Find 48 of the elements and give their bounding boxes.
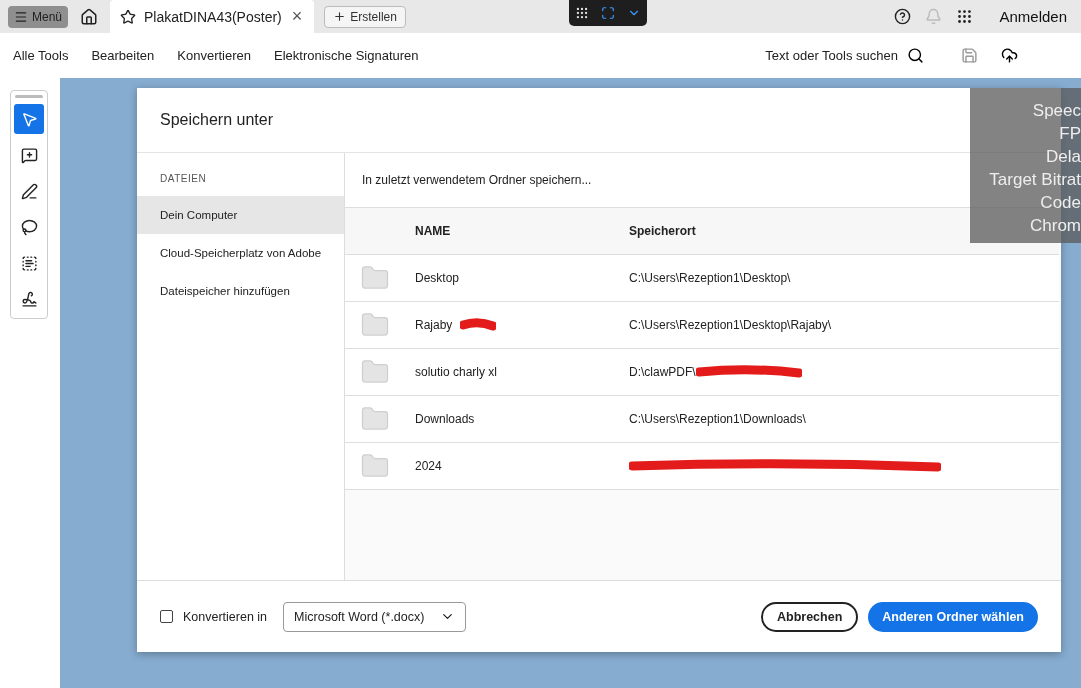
sign-in-link[interactable]: Anmelden (999, 8, 1067, 25)
toolbar-item[interactable]: Elektronische Signaturen (274, 48, 419, 63)
column-header: Speicherort (629, 224, 696, 238)
save-icon[interactable] (961, 47, 978, 64)
sidebar-item[interactable]: Dein Computer (137, 196, 344, 234)
table-cell: Rajaby (415, 318, 453, 332)
table-cell: C:\Users\Rezeption1\Downloads\ (629, 412, 806, 426)
dialog-title: Speichern unter (160, 111, 273, 129)
cancel-button[interactable]: Abbrechen (761, 601, 859, 632)
document-tab[interactable]: PlakatDINA43(Poster) × (110, 0, 315, 33)
toolbar-item[interactable]: Bearbeiten (91, 48, 155, 63)
plus-icon (333, 10, 347, 23)
tab-title: PlakatDINA43(Poster) (144, 8, 282, 25)
fullscreen-icon (601, 6, 615, 20)
remote-control-bar[interactable] (569, 0, 647, 26)
folder-row[interactable]: Rajaby C:\Users\Rezeption1\Desktop\Rajaby\ (345, 302, 1059, 349)
table-cell: D:\clawPDF\ (629, 365, 696, 379)
table-cell: Downloads (415, 412, 475, 426)
menu-button[interactable]: Menü (8, 5, 69, 28)
table-cell: 2024 (415, 459, 442, 473)
table-cell: solutio charly xl (415, 365, 498, 379)
toolbar-item[interactable]: Konvertieren (177, 48, 251, 63)
column-header: NAME (415, 224, 452, 238)
search-label[interactable]: Text oder Tools suchen (765, 48, 898, 63)
create-button[interactable]: Erstellen (324, 5, 406, 28)
stats-line: Speec (1032, 100, 1081, 122)
menu-icon (14, 9, 28, 24)
section-heading: DATEIEN (159, 173, 208, 186)
table-cell: Desktop (415, 271, 460, 285)
folder-row[interactable]: Downloads C:\Users\Rezeption1\Downloads\ (345, 396, 1059, 443)
table-cell: C:\Users\Rezeption1\Desktop\Rajaby\ (629, 318, 832, 332)
table-cell: C:\Users\Rezeption1\Desktop\ (629, 271, 791, 285)
choose-folder-button[interactable]: Anderen Ordner wählen (868, 601, 1038, 632)
star-icon[interactable] (120, 8, 137, 25)
toolbar-item[interactable]: Alle Tools (13, 48, 69, 63)
folder-row[interactable]: solutio charly xl D:\clawPDF\ (345, 349, 1059, 396)
format-dropdown[interactable]: Microsoft Word (*.docx) (283, 601, 467, 632)
checkbox-label: Konvertieren in (183, 609, 268, 624)
search-icon[interactable] (907, 47, 924, 64)
stats-line: Chrom (1030, 215, 1081, 237)
folder-row[interactable]: 2024 (345, 443, 1059, 490)
checkbox[interactable] (160, 610, 173, 623)
cloud-upload-icon[interactable] (1001, 47, 1018, 64)
pointer-icon[interactable] (14, 104, 44, 134)
close-button[interactable]: × (289, 6, 305, 27)
folder-row[interactable]: Desktop C:\Users\Rezeption1\Desktop\ (345, 255, 1059, 302)
stats-line: FP (1059, 123, 1081, 145)
grip-icon (575, 6, 589, 20)
